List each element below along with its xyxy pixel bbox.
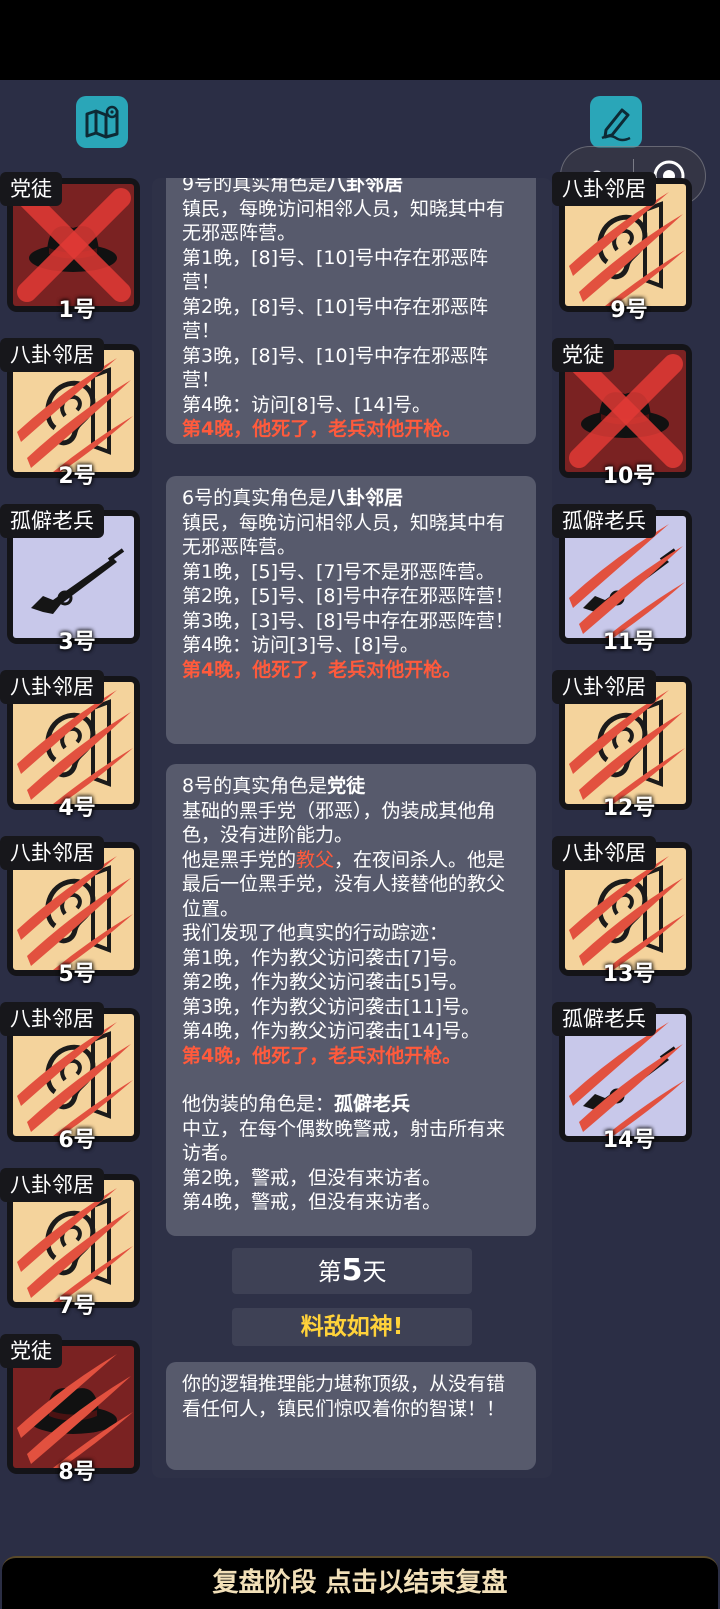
map-icon (85, 105, 119, 139)
msg-trace-4: 第4晚，作为教父访问袭击[14]号。 (182, 1020, 481, 1042)
msg-trace-3: 第3晚，作为教父访问袭击[11]号。 (182, 995, 481, 1018)
player-role-tag: 孤僻老兵 (0, 504, 104, 538)
player-number: 2号 (58, 464, 96, 489)
player-number: 12号 (602, 796, 656, 821)
player-role-tag: 党徒 (0, 1334, 62, 1368)
msg-disguise-1: 第2晚，警戒，但没有来访者。 (182, 1166, 442, 1189)
msg-godfather-word: 教父 (296, 848, 335, 871)
player-role-tag: 八卦邻居 (0, 670, 104, 704)
log-message-8: 8号的真实角色是党徒 基础的黑手党（邪恶），伪装成其他角色，没有进阶能力。 他是… (166, 764, 536, 1236)
status-bar (0, 0, 720, 80)
day-indicator: 第5天 (232, 1248, 472, 1294)
end-review-button[interactable]: 复盘阶段 点击以结束复盘 (2, 1556, 718, 1609)
msg-title: 9号的真实角色是 (182, 178, 328, 195)
player-card[interactable]: 八卦邻居 5号 (0, 836, 140, 987)
player-role-tag: 八卦邻居 (0, 1168, 104, 1202)
player-card[interactable]: 八卦邻居 9号 (552, 172, 692, 323)
msg-night-4: 第4晚：访问[3]号、[8]号。 (182, 634, 419, 656)
player-number: 13号 (602, 962, 656, 987)
msg-death: 第4晚，他死了，老兵对他开枪。 (182, 658, 462, 681)
player-number: 7号 (58, 1294, 96, 1319)
review-log[interactable]: 9号的真实角色是八卦邻居 镇民，每晚访问相邻人员，知晓其中有无邪恶阵营。 第1晚… (152, 178, 552, 1478)
msg-night-1: 第1晚，[5]号、[7]号不是邪恶阵营。 (182, 560, 495, 583)
msg-godfather-a: 他是黑手党的 (182, 848, 297, 871)
map-button[interactable] (76, 96, 128, 148)
msg-desc: 镇民，每晚访问相邻人员，知晓其中有无邪恶阵营。 (182, 197, 506, 245)
msg-desc: 基础的黑手党（邪恶），伪装成其他角色，没有进阶能力。 (182, 799, 496, 847)
day-suffix: 天 (362, 1258, 387, 1286)
msg-title: 8号的真实角色是 (182, 775, 328, 797)
player-role-tag: 党徒 (552, 338, 614, 372)
msg-title: 6号的真实角色是 (182, 487, 328, 509)
player-role-tag: 八卦邻居 (0, 1002, 104, 1036)
player-role-tag: 八卦邻居 (552, 836, 656, 870)
player-role-tag: 八卦邻居 (552, 670, 656, 704)
player-number: 5号 (58, 962, 96, 987)
player-card[interactable]: 八卦邻居 12号 (552, 670, 692, 821)
player-number: 4号 (58, 796, 96, 821)
player-role-tag: 八卦邻居 (552, 172, 656, 206)
player-role-tag: 党徒 (0, 172, 62, 206)
msg-death: 第4晚，他死了，老兵对他开枪。 (182, 418, 462, 440)
msg-disguise-title: 他伪装的角色是： (182, 1093, 335, 1115)
player-number: 1号 (58, 298, 96, 323)
msg-night-3: 第3晚，[8]号、[10]号中存在邪恶阵营！ (182, 344, 489, 392)
msg-desc: 镇民，每晚访问相邻人员，知晓其中有无邪恶阵营。 (182, 511, 506, 559)
player-role-tag: 八卦邻居 (0, 338, 104, 372)
msg-trace: 我们发现了他真实的行动踪迹： (182, 922, 449, 944)
log-message-6: 6号的真实角色是八卦邻居 镇民，每晚访问相邻人员，知晓其中有无邪恶阵营。 第1晚… (166, 476, 536, 744)
player-card[interactable]: 党徒 10号 (552, 338, 692, 489)
msg-night-2: 第2晚，[5]号、[8]号中存在邪恶阵营！ (182, 585, 514, 607)
msg-death: 第4晚，他死了，老兵对他开枪。 (182, 1044, 462, 1067)
player-card[interactable]: 党徒 1号 (0, 172, 140, 323)
msg-disguise-2: 第4晚，警戒，但没有来访者。 (182, 1191, 442, 1213)
player-card[interactable]: 党徒 8号 (0, 1334, 140, 1485)
player-number: 3号 (58, 630, 96, 655)
pencil-icon (601, 108, 631, 142)
summary-message: 你的逻辑推理能力堪称顶级，从没有错看任何人，镇民们惊叹着你的智谋！！ (166, 1362, 536, 1470)
player-number: 10号 (602, 464, 656, 489)
player-number: 6号 (58, 1128, 96, 1153)
player-card[interactable]: 孤僻老兵 3号 (0, 504, 140, 655)
msg-night-3: 第3晚，[3]号、[8]号中存在邪恶阵营！ (182, 609, 514, 632)
day-prefix: 第 (317, 1258, 342, 1286)
player-card[interactable]: 八卦邻居 13号 (552, 836, 692, 987)
summary-text: 你的逻辑推理能力堪称顶级，从没有错看任何人，镇民们惊叹着你的智谋！！ (182, 1373, 506, 1420)
msg-disguise-role: 孤僻老兵 (334, 1093, 411, 1115)
player-card[interactable]: 孤僻老兵 11号 (552, 504, 692, 655)
msg-role: 八卦邻居 (327, 178, 404, 195)
player-number: 8号 (58, 1460, 96, 1485)
player-card[interactable]: 八卦邻居 4号 (0, 670, 140, 821)
result-rating: 料敌如神! (232, 1308, 472, 1346)
msg-night-1: 第1晚，[8]号、[10]号中存在邪恶阵营！ (182, 246, 489, 294)
player-card[interactable]: 八卦邻居 7号 (0, 1168, 140, 1319)
player-role-tag: 孤僻老兵 (552, 1002, 656, 1036)
msg-trace-1: 第1晚，作为教父访问袭击[7]号。 (182, 946, 469, 969)
player-number: 14号 (602, 1128, 656, 1153)
player-number: 11号 (602, 630, 656, 655)
msg-trace-2: 第2晚，作为教父访问袭击[5]号。 (182, 971, 469, 993)
log-message-9: 9号的真实角色是八卦邻居 镇民，每晚访问相邻人员，知晓其中有无邪恶阵营。 第1晚… (166, 178, 536, 444)
day-number: 5 (341, 1253, 363, 1288)
msg-night-4: 第4晚：访问[8]号、[14]号。 (182, 393, 432, 416)
player-card[interactable]: 八卦邻居 2号 (0, 338, 140, 489)
msg-role: 八卦邻居 (327, 487, 404, 509)
player-card[interactable]: 八卦邻居 6号 (0, 1002, 140, 1153)
msg-night-2: 第2晚，[8]号、[10]号中存在邪恶阵营！ (182, 295, 489, 343)
player-role-tag: 八卦邻居 (0, 836, 104, 870)
player-card[interactable]: 孤僻老兵 14号 (552, 1002, 692, 1153)
player-number: 9号 (610, 298, 648, 323)
player-role-tag: 孤僻老兵 (552, 504, 656, 538)
notes-button[interactable] (590, 96, 642, 148)
msg-disguise-desc: 中立，在每个偶数晚警戒，射击所有来访者。 (182, 1117, 506, 1165)
msg-role: 党徒 (327, 775, 366, 797)
